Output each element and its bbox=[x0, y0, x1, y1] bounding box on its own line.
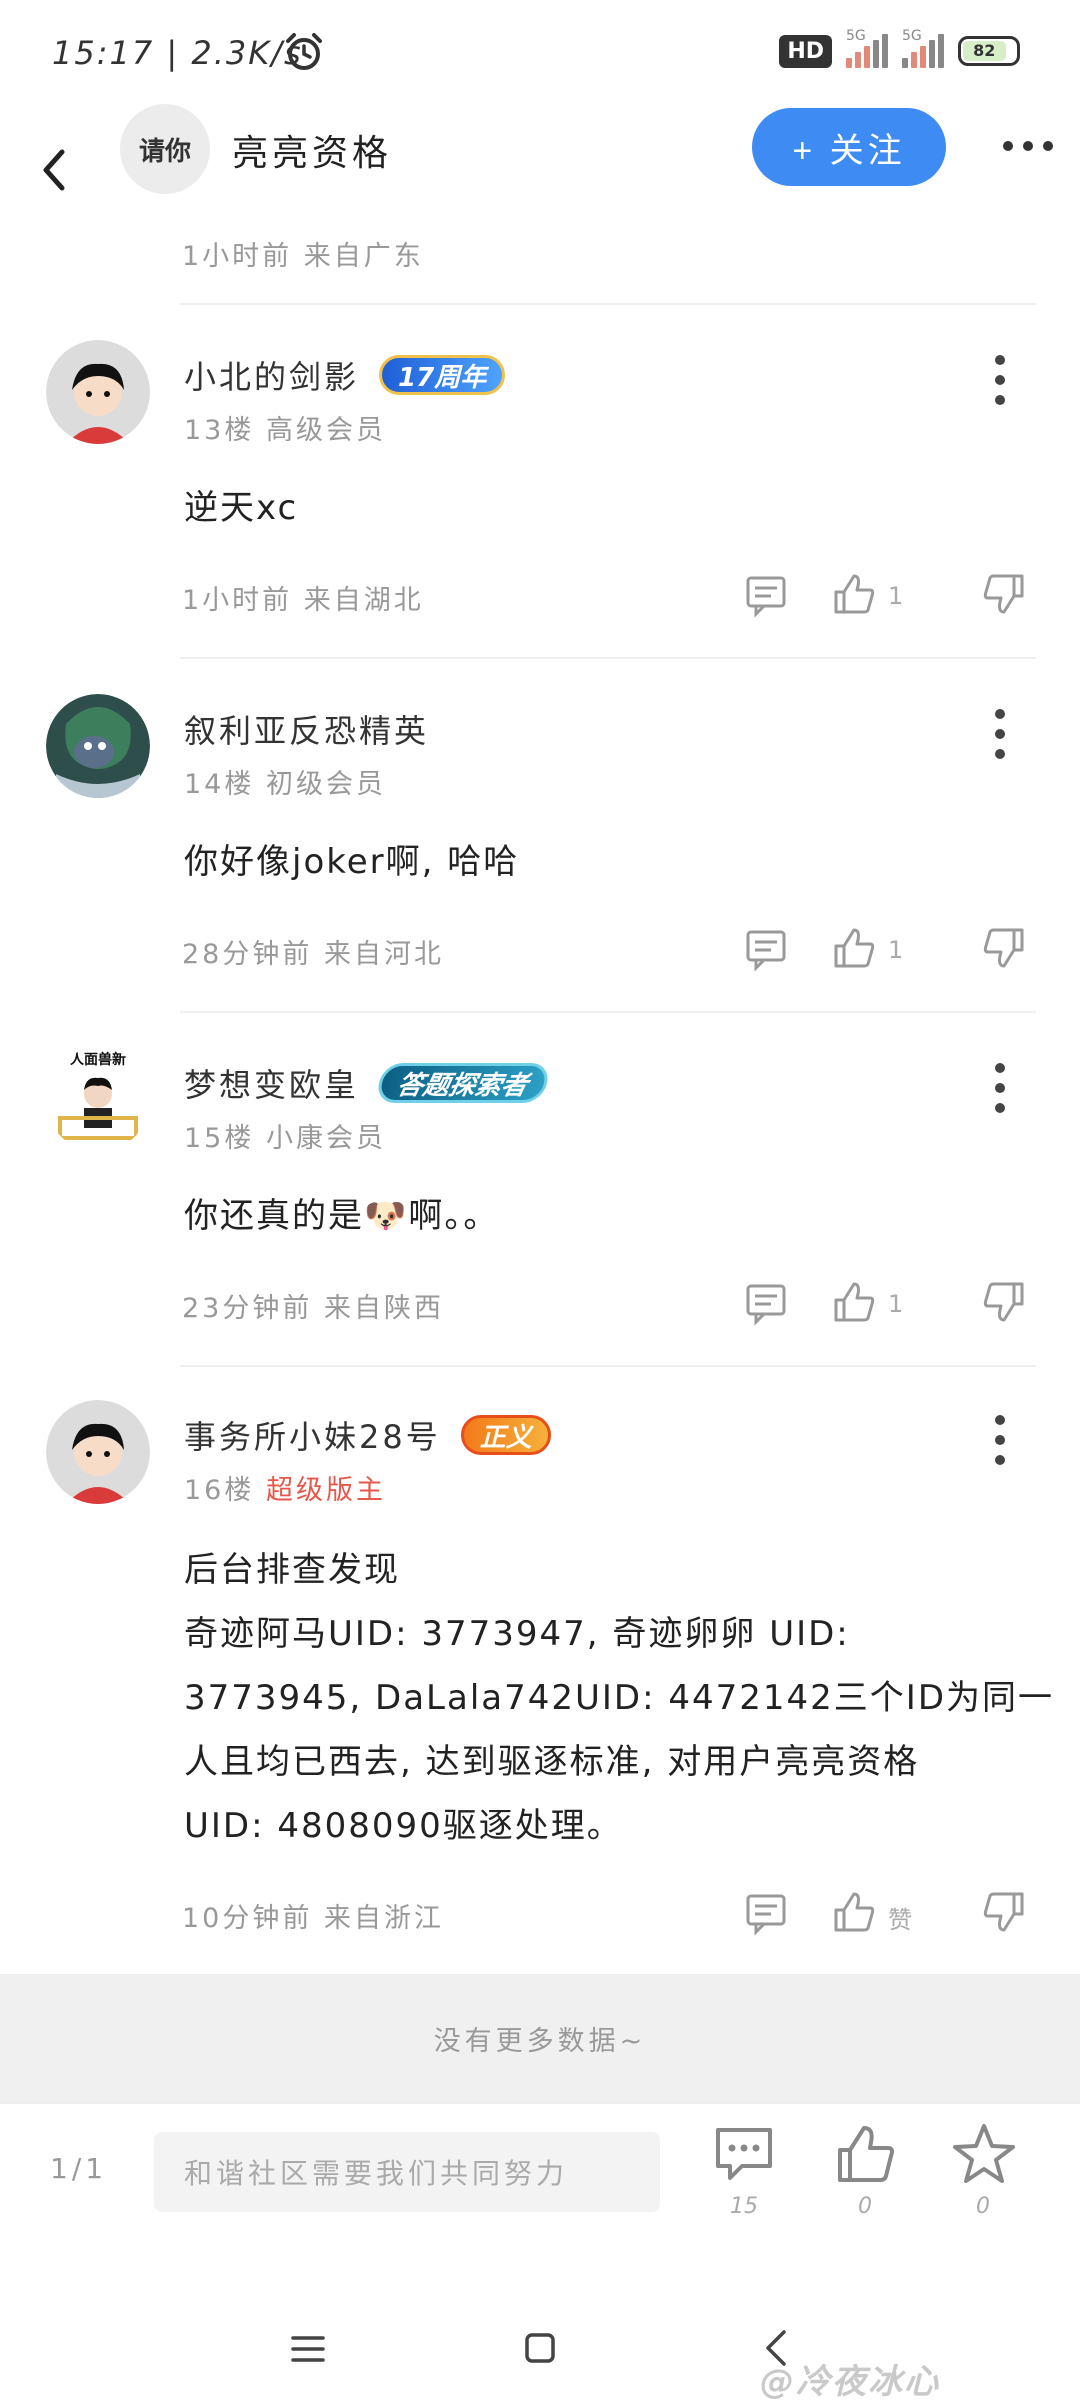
like-icon[interactable] bbox=[830, 1888, 878, 1936]
divider bbox=[180, 303, 1036, 305]
divider bbox=[180, 1011, 1036, 1013]
username[interactable]: 小北的剑影 bbox=[184, 352, 359, 398]
comment-footer: 10分钟前 来自浙江 赞 bbox=[182, 1888, 1042, 1938]
comment-menu-icon[interactable] bbox=[988, 352, 1012, 408]
like-total: 0 bbox=[858, 2194, 872, 2219]
like-count: 1 bbox=[888, 582, 904, 610]
comment-footer: 28分钟前 来自河北 1 bbox=[182, 924, 1042, 974]
floor-level: 13楼 高级会员 bbox=[184, 415, 386, 446]
comment-line: 奇迹阿马UID: 3773947, 奇迹卵卵 UID: bbox=[184, 1614, 850, 1654]
user-avatar[interactable] bbox=[46, 694, 150, 798]
reply-icon[interactable] bbox=[742, 1278, 790, 1326]
comment-line: 3773945, DaLala742UID: 4472142三个ID为同一 bbox=[184, 1678, 1054, 1718]
comment-menu-icon[interactable] bbox=[988, 1060, 1012, 1116]
comment-time: 23分钟前 来自陕西 bbox=[182, 1293, 444, 1324]
quiz-explorer-badge: 答题探索者 bbox=[374, 1063, 552, 1103]
comment-menu-icon[interactable] bbox=[988, 706, 1012, 762]
watermark: @冷夜冰心 bbox=[760, 2362, 940, 2400]
username[interactable]: 叙利亚反恐精英 bbox=[184, 706, 429, 752]
recent-apps-icon[interactable] bbox=[290, 2334, 326, 2364]
svg-text:人面兽新: 人面兽新 bbox=[70, 1051, 126, 1068]
top-header: 请你 亮亮资格 + 关注 bbox=[0, 100, 1080, 240]
reply-icon[interactable] bbox=[742, 924, 790, 972]
like-count: 1 bbox=[888, 936, 904, 964]
comment-menu-icon[interactable] bbox=[988, 1412, 1012, 1468]
comment-line: UID: 4808090驱逐处理。 bbox=[184, 1806, 623, 1846]
more-options-icon[interactable] bbox=[1002, 138, 1054, 154]
reply-icon[interactable] bbox=[742, 570, 790, 618]
floor-level: 14楼 初级会员 bbox=[184, 769, 386, 800]
no-more-data: 没有更多数据~ bbox=[0, 1974, 1080, 2102]
like-count: 赞 bbox=[888, 1906, 912, 1934]
comment-line: 后台排查发现 bbox=[184, 1550, 400, 1590]
comment-footer: 1小时前 来自湖北 1 bbox=[182, 570, 1042, 620]
user-avatar[interactable]: 人面兽新 bbox=[46, 1048, 150, 1152]
comment-text: 你好像joker啊, 哈哈 bbox=[184, 842, 520, 882]
bottom-action-bar: 1/1 和谐社区需要我们共同努力 15 0 0 bbox=[0, 2102, 1080, 2272]
reply-input[interactable]: 和谐社区需要我们共同努力 bbox=[154, 2132, 660, 2212]
comment-text: 后台排查发现 奇迹阿马UID: 3773947, 奇迹卵卵 UID: 37739… bbox=[184, 1538, 1054, 1858]
alarm-icon bbox=[286, 33, 322, 70]
floor-level: 15楼 小康会员 bbox=[184, 1123, 386, 1154]
dislike-icon[interactable] bbox=[980, 1278, 1028, 1326]
signal-icon-2: 5G bbox=[902, 28, 944, 68]
divider bbox=[180, 1365, 1036, 1367]
comment-line: 人且均已西去, 达到驱逐标准, 对用户亮亮资格 bbox=[184, 1742, 920, 1782]
dislike-icon[interactable] bbox=[980, 1888, 1028, 1936]
page-indicator[interactable]: 1/1 bbox=[50, 2152, 107, 2185]
battery-icon: 82 bbox=[958, 36, 1020, 66]
comments-icon[interactable] bbox=[712, 2122, 776, 2186]
comment-text: 你还真的是🐶啊。。 bbox=[184, 1196, 500, 1236]
comment-time: 28分钟前 来自河北 bbox=[182, 939, 444, 970]
moderator-role: 超级版主 bbox=[265, 1475, 386, 1506]
comment-footer: 23分钟前 来自陕西 1 bbox=[182, 1278, 1042, 1328]
comment-time: 1小时前 来自湖北 bbox=[182, 585, 424, 616]
divider bbox=[180, 657, 1036, 659]
follow-button[interactable]: + 关注 bbox=[752, 108, 946, 186]
username[interactable]: 事务所小妹28号 bbox=[184, 1412, 441, 1458]
previous-comment-meta: 1小时前 来自广东 bbox=[182, 241, 424, 272]
comment-time: 10分钟前 来自浙江 bbox=[182, 1903, 444, 1934]
author-name[interactable]: 亮亮资格 bbox=[232, 124, 392, 176]
like-count: 1 bbox=[888, 1290, 904, 1318]
system-nav-bar: @冷夜冰心 bbox=[0, 2272, 1080, 2400]
user-avatar[interactable] bbox=[46, 340, 150, 444]
author-avatar[interactable]: 请你 bbox=[120, 104, 210, 194]
status-time: 15:17 | 2.3K/s bbox=[52, 34, 303, 72]
comment-count: 15 bbox=[730, 2194, 758, 2219]
back-icon[interactable] bbox=[34, 144, 74, 196]
home-icon[interactable] bbox=[524, 2332, 556, 2364]
favorite-count: 0 bbox=[976, 2194, 990, 2219]
like-icon[interactable] bbox=[830, 1278, 878, 1326]
reply-icon[interactable] bbox=[742, 1888, 790, 1936]
floor-level: 16楼 超级版主 bbox=[184, 1475, 386, 1506]
hd-icon: HD bbox=[779, 34, 832, 68]
signal-icon: 5G bbox=[846, 28, 888, 68]
favorite-star-icon[interactable] bbox=[952, 2122, 1016, 2186]
like-icon[interactable] bbox=[830, 570, 878, 618]
status-bar: 15:17 | 2.3K/s HD 5G 5G 82 bbox=[0, 0, 1080, 100]
dislike-icon[interactable] bbox=[980, 924, 1028, 972]
like-icon[interactable] bbox=[834, 2122, 898, 2186]
like-icon[interactable] bbox=[830, 924, 878, 972]
justice-badge: 正义 bbox=[460, 1415, 551, 1455]
user-avatar[interactable] bbox=[46, 1400, 150, 1504]
comment-text: 逆天xc bbox=[184, 488, 299, 528]
dislike-icon[interactable] bbox=[980, 570, 1028, 618]
anniversary-badge: 17周年 bbox=[379, 355, 506, 395]
username[interactable]: 梦想变欧皇 bbox=[184, 1060, 359, 1106]
